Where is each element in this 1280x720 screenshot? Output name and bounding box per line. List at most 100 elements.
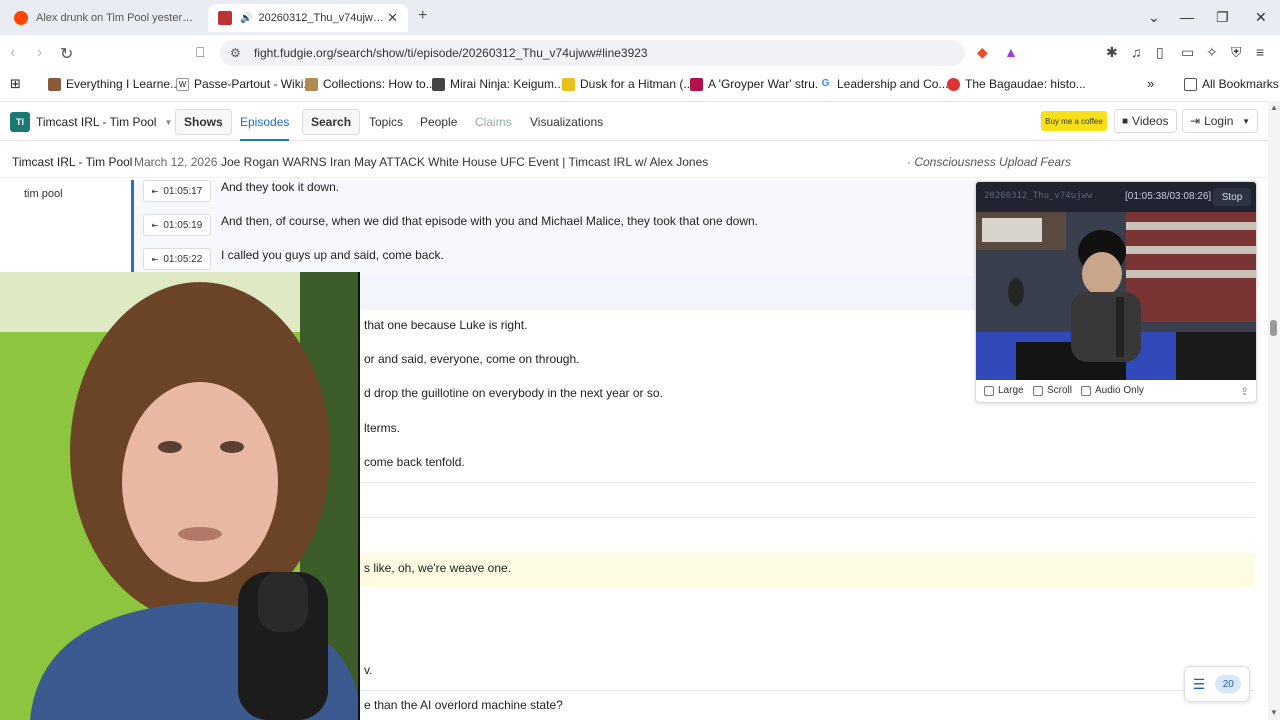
- restore-icon[interactable]: ❐: [1216, 9, 1229, 26]
- line-text: lterms.: [364, 421, 400, 435]
- bookmark-icon[interactable]: ⎕: [196, 44, 204, 61]
- tab-title: Alex drunk on Tim Pool yesterday : r/: [36, 12, 194, 24]
- minimize-icon[interactable]: —: [1180, 9, 1194, 25]
- media-icon[interactable]: ♫: [1131, 44, 1142, 60]
- bookmark-item[interactable]: A 'Groyper War' stru...: [690, 77, 825, 91]
- vpn-icon[interactable]: ⛨: [1231, 44, 1242, 61]
- extensions-icon[interactable]: ✱: [1106, 44, 1118, 61]
- divider: [360, 482, 1255, 483]
- back-icon[interactable]: ‹: [10, 44, 15, 62]
- page-scrollbar[interactable]: [1268, 101, 1280, 720]
- bookmark-item[interactable]: Collections: How to...: [305, 77, 436, 91]
- stop-button[interactable]: Stop: [1213, 188, 1251, 206]
- divider: [360, 690, 1255, 691]
- show-logo: TI: [10, 112, 30, 132]
- brave-rewards-icon[interactable]: ▲: [1004, 44, 1018, 60]
- login-button[interactable]: ⇥ Login ▼: [1182, 109, 1258, 133]
- new-tab-button[interactable]: +: [418, 7, 427, 25]
- timestamp-button[interactable]: ⇤ 01:05:19: [143, 214, 211, 236]
- nav-people[interactable]: People: [420, 115, 457, 129]
- episode-topic[interactable]: · Consciousness Upload Fears: [907, 155, 1071, 169]
- videos-button[interactable]: ■ Videos: [1114, 109, 1177, 133]
- line-text: I called you guys up and said, come back…: [221, 248, 444, 262]
- line-text: s like, oh, we're weave one.: [364, 561, 512, 575]
- tab-reddit[interactable]: Alex drunk on Tim Pool yesterday : r/: [4, 4, 204, 32]
- nav-episodes[interactable]: Episodes: [240, 115, 290, 141]
- login-icon: ⇥: [1190, 114, 1201, 128]
- reload-icon[interactable]: ↻: [60, 44, 73, 64]
- toc-button[interactable]: ☰ 20: [1184, 666, 1250, 702]
- line-text: that one because Luke is right.: [364, 318, 528, 332]
- transcript-line: ⇤ 01:05:22 I called you guys up and said,…: [143, 248, 444, 270]
- transcript-line: ⇤ 01:05:19 And then, of course, when we d…: [143, 214, 758, 236]
- audio-only-checkbox[interactable]: Audio Only: [1081, 385, 1144, 396]
- speaker-name[interactable]: tim pool: [24, 188, 63, 200]
- close-tab-icon[interactable]: ✕: [387, 10, 398, 26]
- line-text: d drop the guillotine on everybody in th…: [364, 386, 663, 400]
- webcam-overlay: [0, 272, 360, 720]
- scroll-down-icon[interactable]: ▼: [1270, 708, 1278, 717]
- menu-icon[interactable]: ≡: [1256, 44, 1264, 60]
- leo-ai-icon[interactable]: ✧: [1206, 44, 1218, 61]
- bookmark-item[interactable]: Mirai Ninja: Keigum...: [432, 77, 564, 91]
- bookmark-item[interactable]: W Passe-Partout - Wiki...: [176, 77, 313, 91]
- nav-shows[interactable]: Shows: [175, 109, 232, 135]
- line-text: v.: [364, 663, 373, 677]
- window-close-icon[interactable]: ✕: [1255, 9, 1267, 26]
- buy-coffee-button[interactable]: Buy me a coffee: [1041, 111, 1107, 131]
- forward-icon[interactable]: ›: [37, 44, 42, 62]
- line-text: And they took it down.: [221, 180, 340, 194]
- play-from-icon: ⇤: [151, 220, 159, 230]
- video-frame[interactable]: [976, 212, 1256, 380]
- address-bar[interactable]: ⚙ fight.fudgie.org/search/show/ti/episod…: [220, 40, 965, 66]
- tab-audio[interactable]: 🔊 20260312_Thu_v74ujww.mp3 ✕: [208, 4, 408, 32]
- bookmark-favicon-icon: [690, 77, 703, 91]
- show-selector[interactable]: TI Timcast IRL - Tim Pool ▼: [10, 112, 172, 132]
- large-checkbox[interactable]: Large: [984, 385, 1024, 396]
- sidebar-icon[interactable]: ▯: [1156, 44, 1164, 61]
- bookmark-item[interactable]: G Leadership and Co...: [819, 77, 948, 91]
- list-icon: ☰: [1192, 675, 1206, 692]
- nav-visualizations[interactable]: Visualizations: [530, 115, 603, 129]
- bookmark-item[interactable]: The Bagaudae: histo...: [947, 77, 1086, 91]
- timestamp-button[interactable]: ⇤ 01:05:22: [143, 248, 211, 270]
- scroll-up-icon[interactable]: ▲: [1270, 103, 1278, 112]
- tab-search-icon[interactable]: ⌄: [1148, 9, 1160, 26]
- brave-shield-icon[interactable]: ◆: [977, 44, 988, 61]
- site-info-icon[interactable]: ⚙: [230, 46, 244, 60]
- nav-claims[interactable]: Claims: [475, 115, 512, 129]
- bookmark-favicon-icon: [48, 77, 61, 91]
- checkbox-icon: [1033, 385, 1043, 396]
- wallet-icon[interactable]: ▭: [1181, 44, 1194, 61]
- play-from-icon: ⇤: [151, 254, 159, 264]
- folder-icon: [1184, 77, 1197, 91]
- share-icon[interactable]: ⇪: [1240, 385, 1249, 398]
- video-scene: [976, 212, 1256, 380]
- line-text: come back tenfold.: [364, 455, 465, 469]
- episode-show[interactable]: Timcast IRL - Tim Pool: [12, 155, 132, 169]
- url-text: fight.fudgie.org/search/show/ti/episode/…: [254, 46, 648, 60]
- checkbox-icon: [1081, 385, 1091, 396]
- bookmark-item[interactable]: Everything I Learne...: [48, 77, 180, 91]
- wikipedia-icon: W: [176, 77, 189, 91]
- speaker-icon: 🔊: [240, 12, 253, 24]
- more-bookmarks-button[interactable]: »: [1147, 76, 1154, 91]
- player-options: Large Scroll Audio Only ⇪: [976, 380, 1256, 402]
- line-text: e than the AI overlord machine state?: [364, 698, 563, 712]
- webcam-person: [0, 272, 360, 720]
- all-bookmarks-button[interactable]: All Bookmarks: [1184, 77, 1279, 91]
- player-time: [01:05:38/03:08:26]: [1125, 191, 1212, 202]
- nav-search[interactable]: Search: [302, 109, 361, 135]
- apps-icon[interactable]: ⊞: [10, 76, 21, 92]
- checkbox-icon: [984, 385, 994, 396]
- show-name: Timcast IRL - Tim Pool: [36, 115, 157, 129]
- nav-topics[interactable]: Topics: [369, 115, 403, 129]
- reddit-icon: [14, 11, 28, 25]
- timestamp-button[interactable]: ⇤ 01:05:17: [143, 180, 211, 202]
- line-text: And then, of course, when we did that ep…: [221, 214, 758, 228]
- bookmark-favicon-icon: [432, 77, 445, 91]
- bookmark-item[interactable]: Dusk for a Hitman (...: [562, 77, 693, 91]
- scroll-checkbox[interactable]: Scroll: [1033, 385, 1072, 396]
- bookmark-favicon-icon: [562, 77, 575, 91]
- scrollbar-thumb[interactable]: [1270, 320, 1277, 336]
